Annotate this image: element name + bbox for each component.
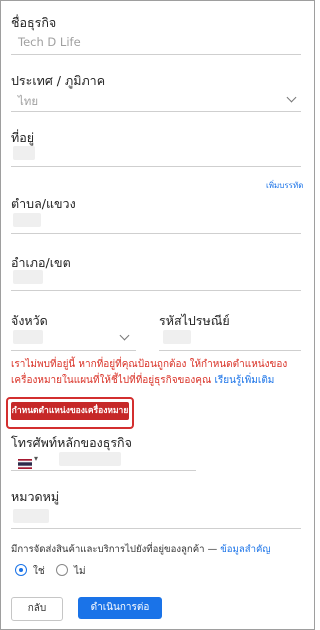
phone-label: โทรศัพท์หลักของธุรกิจ	[11, 435, 132, 450]
important-info-link[interactable]: ข้อมูลสำคัญ	[220, 544, 270, 555]
set-marker-button[interactable]: กำหนดตำแหน่งของเครื่องหมาย	[11, 402, 129, 420]
country-underline	[11, 111, 301, 112]
address-label: ที่อยู่	[11, 130, 35, 145]
continue-button[interactable]: ดำเนินการต่อ	[78, 597, 162, 619]
district-underline	[11, 290, 301, 291]
delivery-no-radio[interactable]	[56, 564, 68, 576]
delivery-question: มีการจัดส่งสินค้าและบริการไปยังที่อยู่ขอ…	[11, 542, 271, 557]
business-name-input[interactable]: Tech D Life	[18, 35, 81, 49]
back-button[interactable]: กลับ	[11, 597, 63, 621]
learn-more-link[interactable]: เรียนรู้เพิ่มเติม	[214, 375, 274, 386]
add-line-link[interactable]: เพิ่มบรรทัด	[266, 179, 303, 192]
address-not-found-warning: เราไม่พบที่อยู่นี้ หากที่อยู่ที่คุณป้อนถ…	[11, 357, 307, 389]
address-underline	[11, 166, 301, 167]
country-label: ประเทศ / ภูมิภาค	[11, 73, 106, 88]
district-input[interactable]	[13, 270, 43, 284]
subdistrict-underline	[11, 233, 301, 234]
subdistrict-input[interactable]	[13, 213, 41, 227]
business-name-underline	[11, 54, 301, 55]
address-input[interactable]	[13, 146, 35, 160]
category-input[interactable]	[13, 509, 49, 523]
postal-code-input[interactable]	[163, 330, 191, 344]
postal-code-label: รหัสไปรษณีย์	[159, 313, 230, 328]
country-select[interactable]: ไทย	[18, 93, 38, 111]
chevron-down-icon[interactable]	[286, 92, 297, 103]
delivery-yes-radio[interactable]	[15, 564, 27, 576]
delivery-question-text: มีการจัดส่งสินค้าและบริการไปยังที่อยู่ขอ…	[11, 544, 218, 555]
phone-input[interactable]	[59, 452, 121, 466]
province-select[interactable]	[13, 330, 43, 344]
category-label: หมวดหมู่	[11, 489, 60, 504]
business-info-form: ชื่อธุรกิจ Tech D Life ประเทศ / ภูมิภาค …	[0, 0, 315, 630]
thailand-flag-icon[interactable]	[18, 454, 32, 469]
category-underline	[11, 528, 301, 529]
postal-code-underline	[159, 350, 301, 351]
delivery-yes-label[interactable]: ใช่	[33, 564, 45, 579]
delivery-no-label[interactable]: ไม่	[74, 564, 86, 579]
province-underline	[11, 350, 136, 351]
subdistrict-label: ตำบล/แขวง	[11, 196, 76, 211]
chevron-down-icon[interactable]	[119, 330, 130, 341]
province-label: จังหวัด	[11, 313, 48, 328]
business-name-label: ชื่อธุรกิจ	[11, 15, 57, 30]
phone-underline	[11, 470, 196, 471]
flag-dropdown-icon[interactable]: ▾	[34, 454, 38, 463]
